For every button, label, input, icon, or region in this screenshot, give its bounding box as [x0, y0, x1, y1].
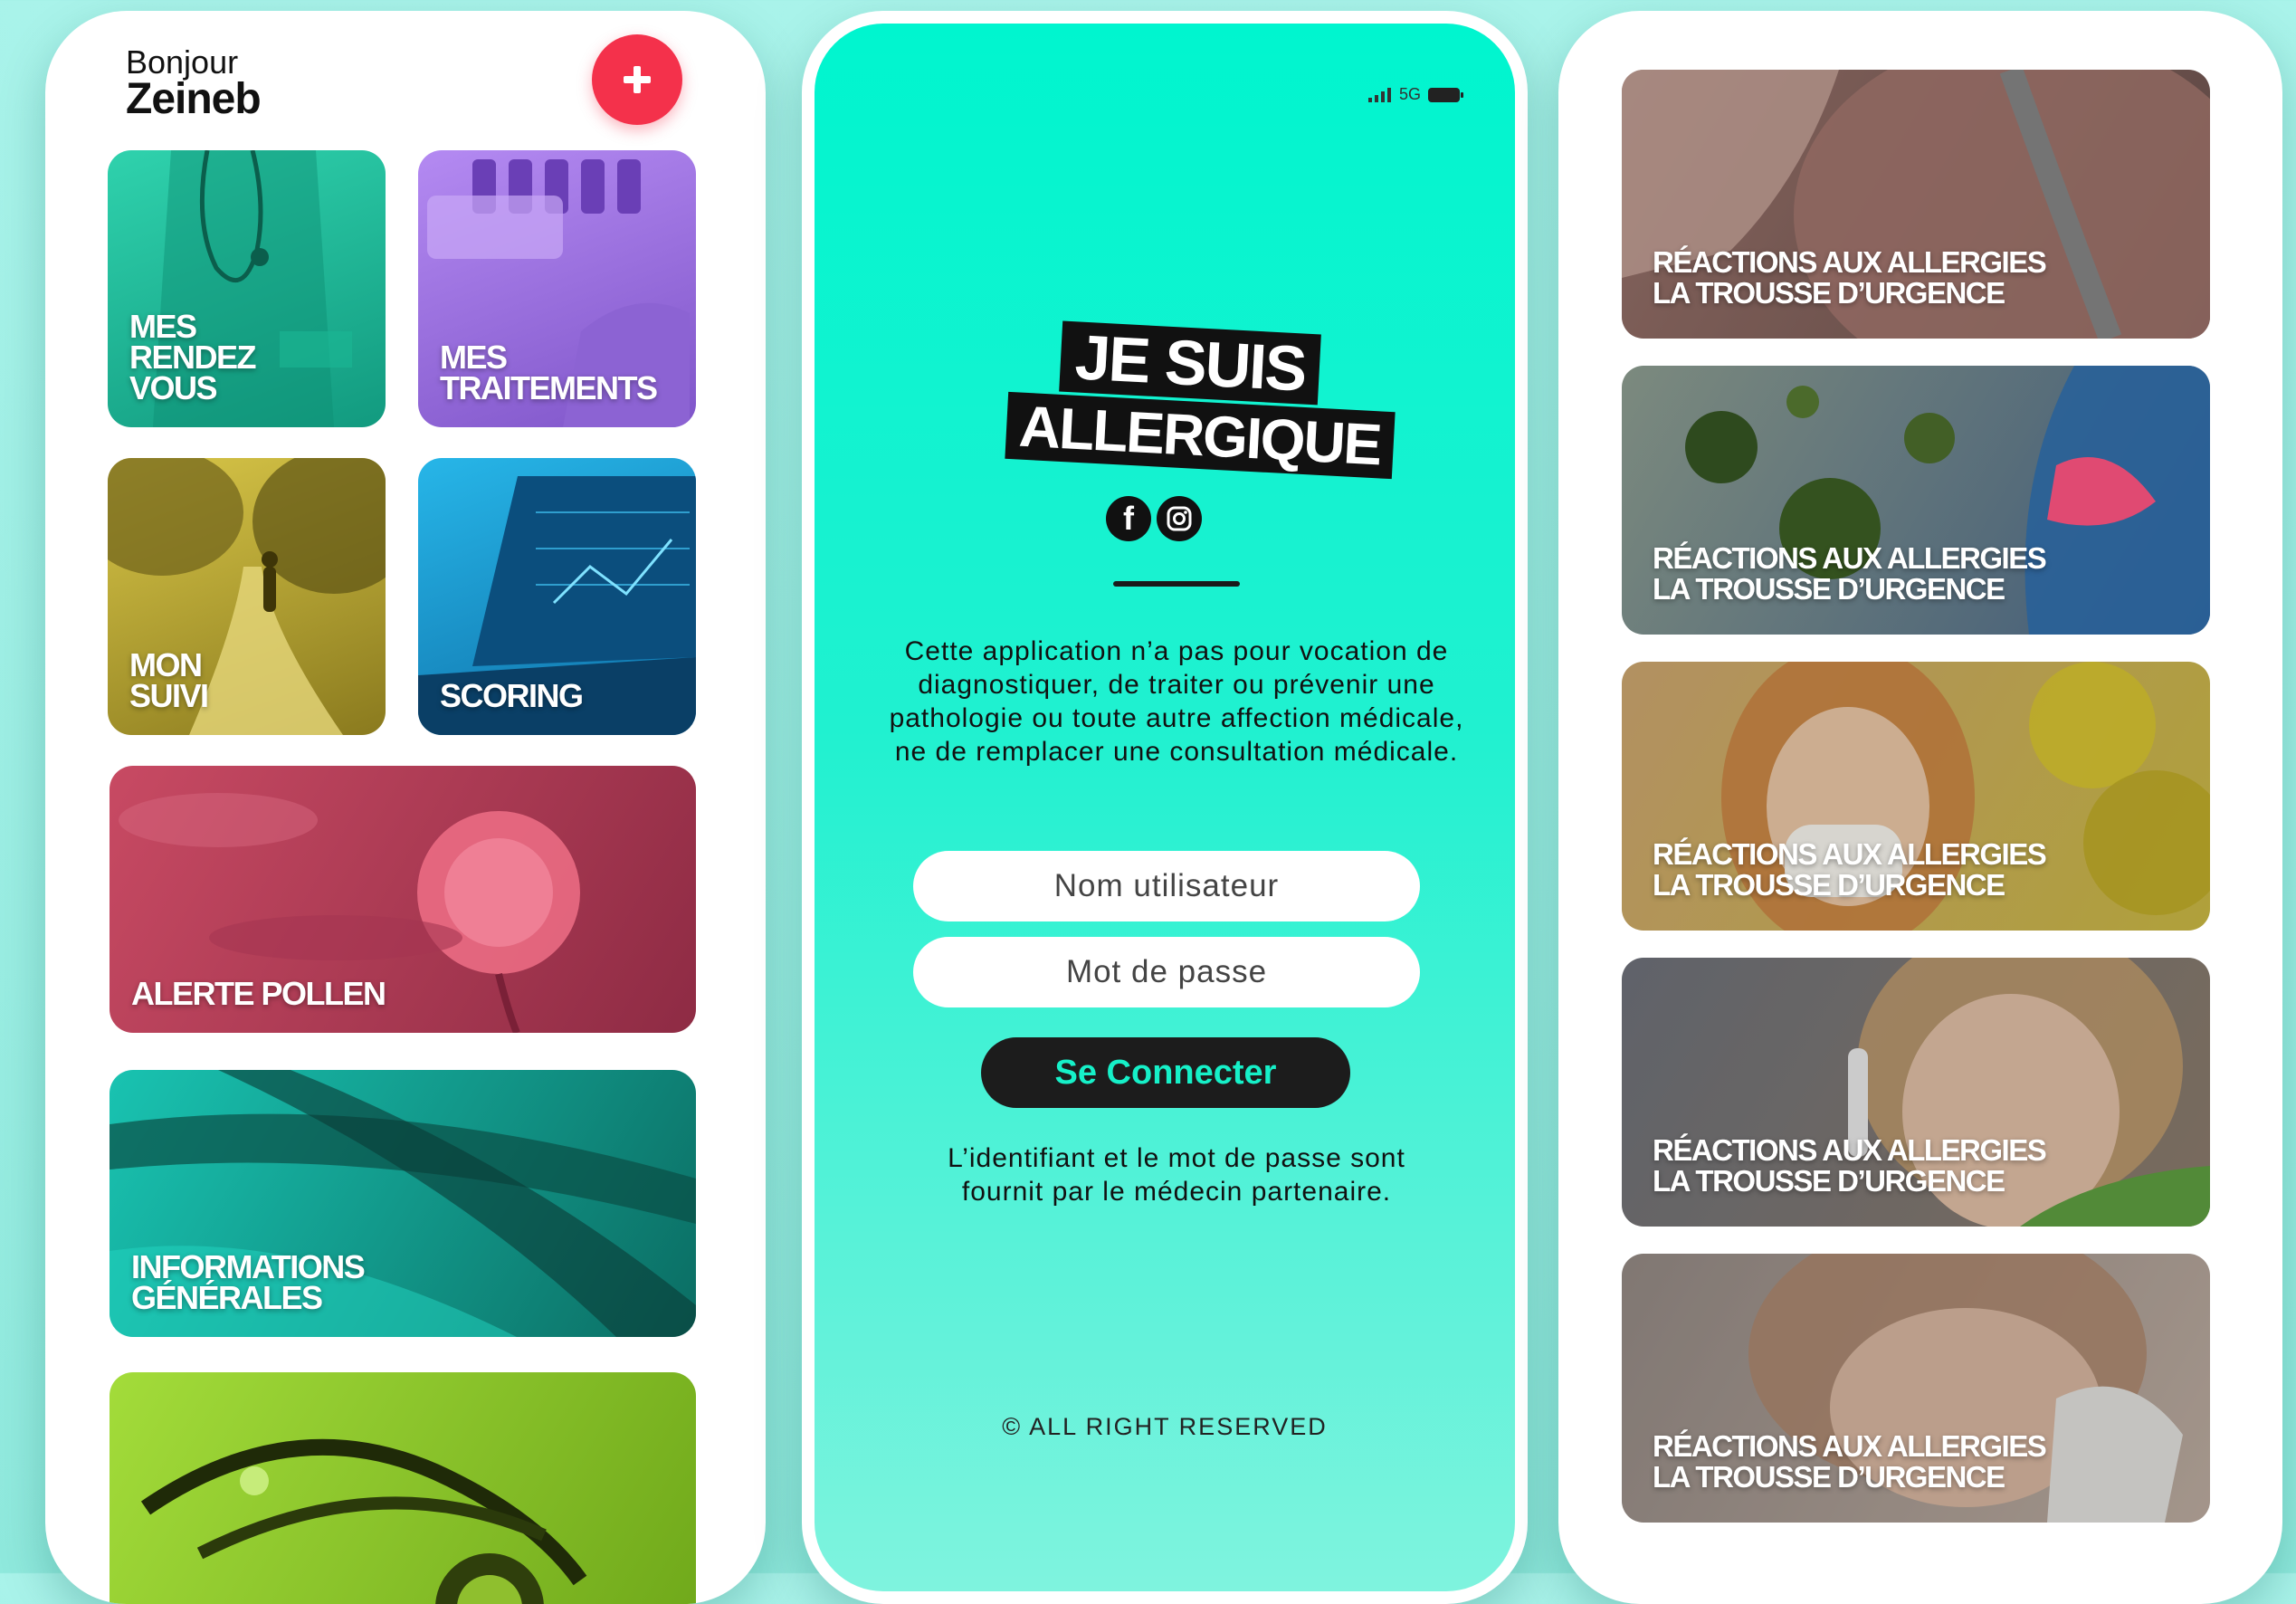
card-title-line2: LA TROUSSE D’URGENCE	[1653, 276, 2005, 310]
card-title-line1: RÉACTIONS AUX ALLERGIES	[1653, 541, 2047, 575]
tile-treatments[interactable]: MES TRAITEMENTS	[418, 150, 696, 427]
article-card[interactable]: RÉACTIONS AUX ALLERGIES LA TROUSSE D’URG…	[1622, 366, 2210, 635]
credentials-note: L’identifiant et le mot de passe sont fo…	[948, 1143, 1405, 1207]
card-title-line1: RÉACTIONS AUX ALLERGIES	[1653, 245, 2047, 279]
tile-label: INFORMATIONS GÉNÉRALES	[131, 1248, 366, 1316]
copyright-text: © ALL RIGHT RESERVED	[1002, 1413, 1328, 1440]
card-title-line2: LA TROUSSE D’URGENCE	[1653, 1164, 2005, 1198]
battery-icon	[1428, 87, 1463, 102]
tile-follow-up[interactable]: MON SUIVI	[108, 458, 386, 735]
article-card[interactable]: RÉACTIONS AUX ALLERGIES LA TROUSSE D’URG…	[1622, 662, 2210, 931]
tile-label: SCORING	[440, 677, 584, 714]
tile-pollen-alert[interactable]: ALERTE POLLEN	[110, 766, 696, 1033]
tile-label: MES RENDEZ VOUS	[129, 308, 257, 406]
stethoscope-illustration	[140, 1438, 587, 1604]
disclaimer-text: Cette application n’a pas pour vocation …	[889, 636, 1464, 767]
article-card[interactable]: RÉACTIONS AUX ALLERGIES LA TROUSSE D’URG…	[1622, 1254, 2210, 1523]
login-screen: 5G JE SUIS ALLERGIQUE f Cette applicatio…	[802, 11, 1528, 1604]
status-bar: 5G	[1367, 85, 1464, 104]
tile-label: MES TRAITEMENTS	[440, 339, 658, 406]
tile-general-info[interactable]: INFORMATIONS GÉNÉRALES	[110, 1070, 696, 1337]
articles-screen: RÉACTIONS AUX ALLERGIES LA TROUSSE D’URG…	[1558, 11, 2282, 1604]
instagram-icon[interactable]	[1157, 496, 1202, 541]
tile-label: MON SUIVI	[129, 646, 209, 714]
card-title-line1: RÉACTIONS AUX ALLERGIES	[1653, 1429, 2047, 1463]
card-title: RÉACTIONS AUX ALLERGIES LA TROUSSE D’URG…	[1653, 245, 2047, 310]
card-title-line1: RÉACTIONS AUX ALLERGIES	[1653, 1133, 2047, 1167]
plus-icon	[624, 66, 651, 93]
card-title: RÉACTIONS AUX ALLERGIES LA TROUSSE D’URG…	[1653, 837, 2047, 902]
password-field[interactable]	[913, 937, 1420, 1007]
instagram-glyph-icon	[1167, 506, 1192, 531]
tile-label: ALERTE POLLEN	[131, 975, 386, 1012]
article-card[interactable]: RÉACTIONS AUX ALLERGIES LA TROUSSE D’URG…	[1622, 70, 2210, 339]
card-title-line1: RÉACTIONS AUX ALLERGIES	[1653, 837, 2047, 871]
home-screen: Bonjour Zeineb MES RENDEZ VOUS MES TRAIT…	[45, 11, 766, 1604]
card-title: RÉACTIONS AUX ALLERGIES LA TROUSSE D’URG…	[1653, 1133, 2047, 1198]
tile-stethoscope[interactable]	[110, 1372, 696, 1604]
card-title-line2: LA TROUSSE D’URGENCE	[1653, 868, 2005, 902]
card-title: RÉACTIONS AUX ALLERGIES LA TROUSSE D’URG…	[1653, 1429, 2047, 1494]
facebook-icon[interactable]: f	[1106, 496, 1151, 541]
article-card[interactable]: RÉACTIONS AUX ALLERGIES LA TROUSSE D’URG…	[1622, 958, 2210, 1227]
card-title: RÉACTIONS AUX ALLERGIES LA TROUSSE D’URG…	[1653, 541, 2047, 606]
network-label: 5G	[1398, 85, 1421, 103]
username-field[interactable]	[913, 851, 1420, 921]
login-button[interactable]: Se Connecter	[981, 1037, 1350, 1108]
tile-scoring[interactable]: SCORING	[418, 458, 696, 735]
tile-appointments[interactable]: MES RENDEZ VOUS	[108, 150, 386, 427]
divider	[1113, 581, 1240, 587]
signal-icon	[1367, 87, 1391, 102]
logo-line1: JE SUIS	[1059, 320, 1322, 406]
login-background	[815, 24, 1515, 1591]
card-title-line2: LA TROUSSE D’URGENCE	[1653, 1460, 2005, 1494]
user-name: Zeineb	[126, 75, 262, 123]
add-button[interactable]	[592, 34, 682, 125]
card-title-line2: LA TROUSSE D’URGENCE	[1653, 572, 2005, 606]
